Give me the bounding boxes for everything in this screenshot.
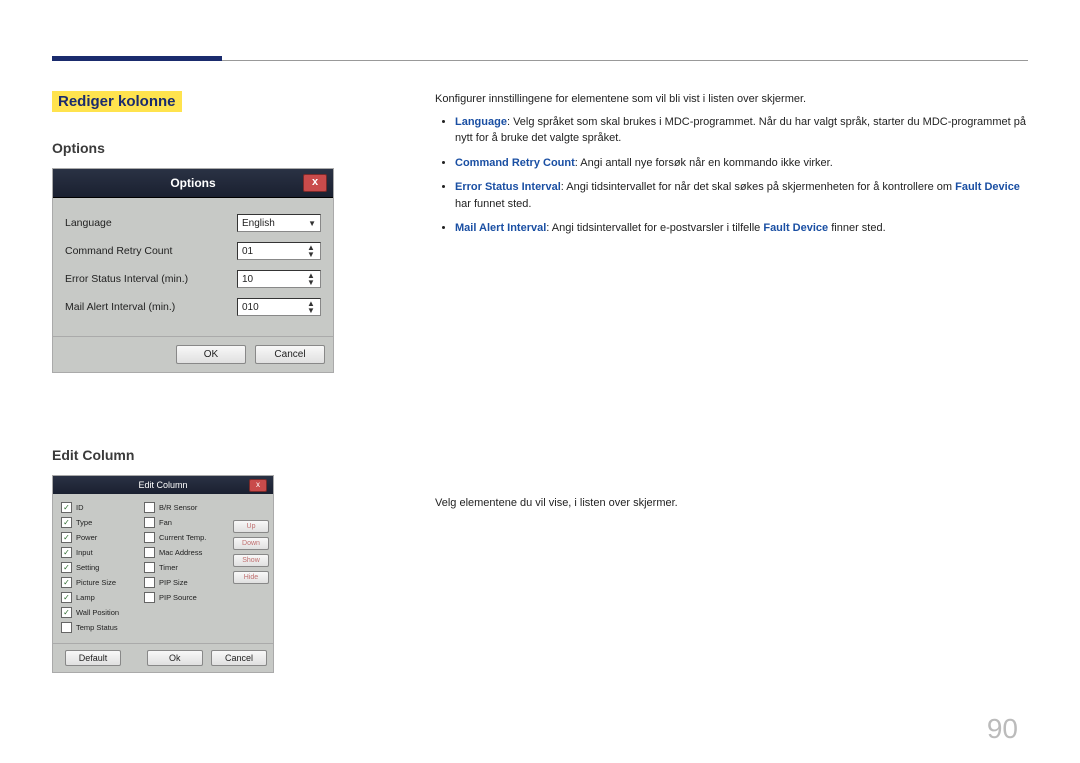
- edit-column-heading: Edit Column: [52, 447, 387, 463]
- mail-interval-stepper[interactable]: 010 ▲▼: [237, 298, 321, 316]
- column-option[interactable]: PIP Source: [144, 592, 221, 603]
- mail-interval-label: Mail Alert Interval (min.): [65, 301, 237, 313]
- ok-button[interactable]: OK: [176, 345, 246, 364]
- column-option-label: B/R Sensor: [159, 503, 197, 512]
- spinner-icon: ▲▼: [306, 300, 316, 314]
- column-option[interactable]: ✓ Type: [61, 517, 138, 528]
- options-dialog: Options x Language English ▼ Command Ret…: [52, 168, 334, 373]
- language-select[interactable]: English ▼: [237, 214, 321, 232]
- checkbox-icon[interactable]: ✓: [61, 532, 72, 543]
- mail-bullet: Mail Alert Interval: Angi tidsintervalle…: [455, 220, 1028, 237]
- checkbox-icon[interactable]: ✓: [61, 592, 72, 603]
- hide-button[interactable]: Hide: [233, 571, 269, 584]
- checkbox-icon[interactable]: ✓: [61, 547, 72, 558]
- column-option-label: PIP Size: [159, 578, 188, 587]
- checkbox-icon[interactable]: ✓: [61, 502, 72, 513]
- error-interval-label: Error Status Interval (min.): [65, 273, 237, 285]
- column-option-label: Picture Size: [76, 578, 116, 587]
- column-option-label: Setting: [76, 563, 99, 572]
- ok-button[interactable]: Ok: [147, 650, 203, 666]
- language-label: Language: [65, 217, 237, 229]
- cancel-button[interactable]: Cancel: [211, 650, 267, 666]
- column-option-label: Temp Status: [76, 623, 118, 632]
- retry-bullet: Command Retry Count: Angi antall nye for…: [455, 155, 1028, 172]
- checkbox-icon[interactable]: [144, 532, 155, 543]
- error-bullet: Error Status Interval: Angi tidsinterval…: [455, 179, 1028, 212]
- column-option[interactable]: Fan: [144, 517, 221, 528]
- up-button[interactable]: Up: [233, 520, 269, 533]
- column-option-label: ID: [76, 503, 84, 512]
- column-option[interactable]: ✓ Picture Size: [61, 577, 138, 588]
- column-option-label: Fan: [159, 518, 172, 527]
- close-icon[interactable]: x: [303, 174, 327, 192]
- checkbox-icon[interactable]: [144, 577, 155, 588]
- column-option[interactable]: Timer: [144, 562, 221, 573]
- column-option-label: Input: [76, 548, 93, 557]
- retry-stepper[interactable]: 01 ▲▼: [237, 242, 321, 260]
- checkbox-icon[interactable]: ✓: [61, 562, 72, 573]
- close-icon[interactable]: x: [249, 479, 267, 492]
- column-option[interactable]: B/R Sensor: [144, 502, 221, 513]
- column-option-label: PIP Source: [159, 593, 197, 602]
- column-option[interactable]: PIP Size: [144, 577, 221, 588]
- column-option[interactable]: Mac Address: [144, 547, 221, 558]
- checkbox-icon[interactable]: [61, 622, 72, 633]
- spinner-icon: ▲▼: [306, 244, 316, 258]
- options-intro-text: Konfigurer innstillingene for elementene…: [435, 91, 1028, 108]
- column-option-label: Mac Address: [159, 548, 202, 557]
- error-interval-stepper[interactable]: 10 ▲▼: [237, 270, 321, 288]
- column-option[interactable]: ✓ Lamp: [61, 592, 138, 603]
- down-button[interactable]: Down: [233, 537, 269, 550]
- section-tag: Rediger kolonne: [52, 91, 182, 112]
- column-option-label: Current Temp.: [159, 533, 206, 542]
- checkbox-icon[interactable]: [144, 592, 155, 603]
- language-bullet: Language: Velg språket som skal brukes i…: [455, 114, 1028, 147]
- checkbox-icon[interactable]: [144, 562, 155, 573]
- column-option[interactable]: ✓ Setting: [61, 562, 138, 573]
- page-number: 90: [987, 713, 1018, 745]
- checkbox-icon[interactable]: ✓: [61, 517, 72, 528]
- checkbox-icon[interactable]: ✓: [61, 577, 72, 588]
- column-option-label: Timer: [159, 563, 178, 572]
- column-option-label: Wall Position: [76, 608, 119, 617]
- retry-label: Command Retry Count: [65, 245, 237, 257]
- column-option-label: Type: [76, 518, 92, 527]
- column-option[interactable]: ✓ Input: [61, 547, 138, 558]
- column-option-label: Power: [76, 533, 97, 542]
- checkbox-icon[interactable]: [144, 547, 155, 558]
- column-option[interactable]: Current Temp.: [144, 532, 221, 543]
- checkbox-icon[interactable]: [144, 517, 155, 528]
- options-heading: Options: [52, 140, 387, 156]
- column-option[interactable]: ✓ Wall Position: [61, 607, 138, 618]
- edit-column-intro-text: Velg elementene du vil vise, i listen ov…: [435, 495, 1028, 512]
- spinner-icon: ▲▼: [306, 272, 316, 286]
- options-dialog-title: Options x: [53, 169, 333, 198]
- chevron-down-icon: ▼: [308, 220, 316, 227]
- cancel-button[interactable]: Cancel: [255, 345, 325, 364]
- edit-column-dialog-title: Edit Column x: [53, 476, 273, 494]
- column-option-label: Lamp: [76, 593, 95, 602]
- column-option[interactable]: Temp Status: [61, 622, 138, 633]
- column-option[interactable]: ✓ Power: [61, 532, 138, 543]
- column-option[interactable]: ✓ ID: [61, 502, 138, 513]
- checkbox-icon[interactable]: ✓: [61, 607, 72, 618]
- show-button[interactable]: Show: [233, 554, 269, 567]
- checkbox-icon[interactable]: [144, 502, 155, 513]
- default-button[interactable]: Default: [65, 650, 121, 666]
- edit-column-dialog: Edit Column x ✓ ID ✓ Type ✓ Power ✓ Input ✓ Setti…: [52, 475, 274, 673]
